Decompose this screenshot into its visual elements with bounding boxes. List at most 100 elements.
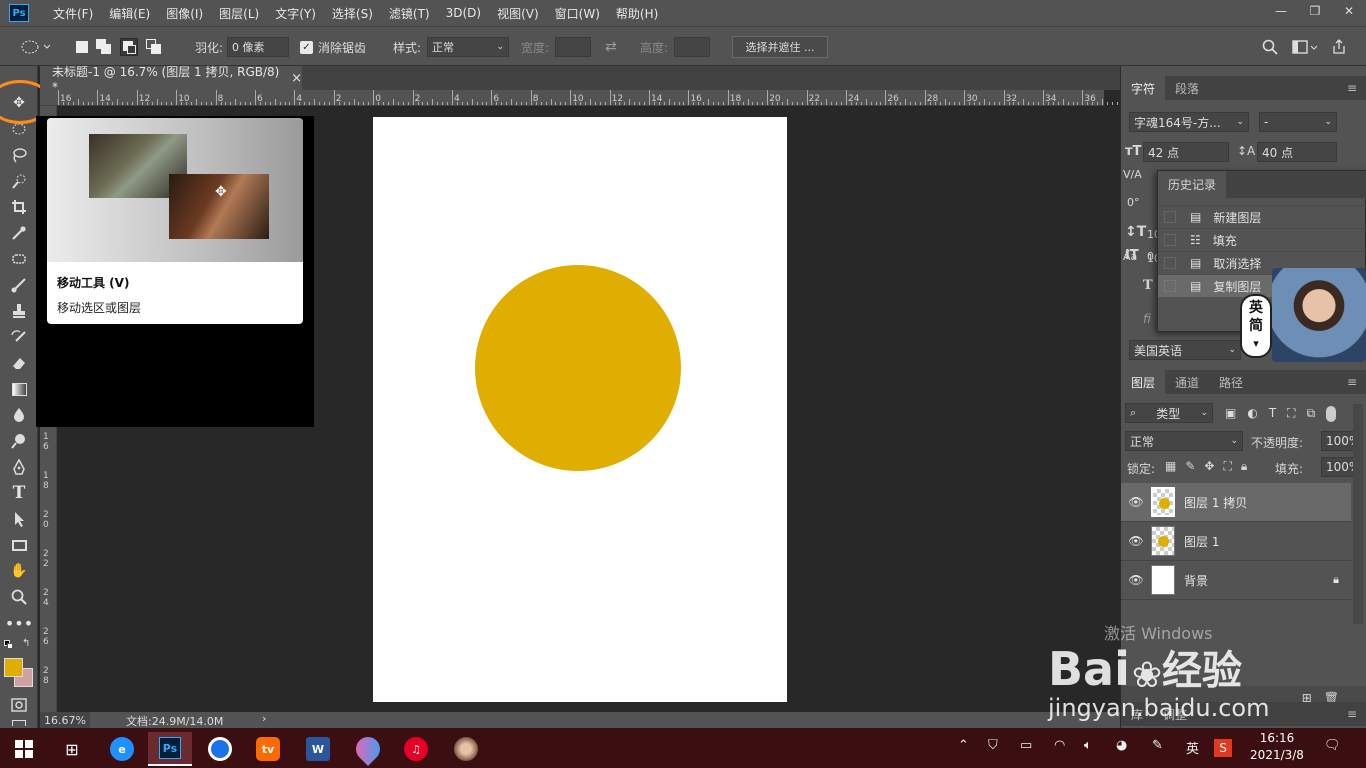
lasso-tool-icon[interactable] xyxy=(6,144,32,166)
history-checkbox[interactable] xyxy=(1164,234,1176,246)
menu-image[interactable]: 图像(I) xyxy=(158,5,211,22)
restore-button[interactable]: ❐ xyxy=(1298,0,1332,22)
start-button[interactable] xyxy=(2,732,46,766)
zoom-tool-icon[interactable] xyxy=(6,586,32,608)
type-tool-icon[interactable]: T xyxy=(6,482,32,504)
font-family-select[interactable]: 字魂164号-方... ⌄ xyxy=(1129,112,1249,132)
layer-row-copy[interactable]: 👁︎ 图层 1 拷贝 xyxy=(1121,483,1351,522)
blend-mode-select[interactable]: 正常 ⌄ xyxy=(1125,431,1243,451)
foreground-color-swatch[interactable] xyxy=(4,658,23,677)
height-input[interactable] xyxy=(674,37,711,57)
menu-edit[interactable]: 编辑(E) xyxy=(101,5,158,22)
menu-layer[interactable]: 图层(L) xyxy=(211,5,267,22)
tray-volume-icon[interactable]: 🔈︎ xyxy=(1084,738,1092,753)
taskbar-photo-app[interactable] xyxy=(444,732,488,766)
taskbar-media[interactable]: tv xyxy=(246,732,290,766)
intersect-selection-icon[interactable] xyxy=(146,39,162,55)
lock-transparent-icon[interactable]: ▦ xyxy=(1165,459,1176,474)
lock-artboard-icon[interactable]: ⛶ xyxy=(1223,459,1231,474)
ime-badge[interactable]: 英 简 ▾ xyxy=(1240,294,1272,358)
menu-3d[interactable]: 3D(D) xyxy=(438,6,489,20)
filter-pixel-icon[interactable]: ▣ xyxy=(1225,406,1236,422)
minimize-button[interactable]: — xyxy=(1264,0,1298,22)
eye-icon[interactable]: 👁︎ xyxy=(1121,534,1151,548)
close-button[interactable]: ✕ xyxy=(1332,0,1366,22)
taskbar-photoshop[interactable]: Ps xyxy=(148,732,192,766)
layer-row-1[interactable]: 👁︎ 图层 1 xyxy=(1121,522,1351,561)
layers-scrollbar[interactable] xyxy=(1353,404,1363,624)
workspace-icon[interactable] xyxy=(1292,39,1318,55)
layer-filter-select[interactable]: ⌕ 类型 ⌄ xyxy=(1125,403,1213,423)
menu-filter[interactable]: 滤镜(T) xyxy=(381,5,438,22)
menu-type[interactable]: 文字(Y) xyxy=(267,5,324,22)
menu-file[interactable]: 文件(F) xyxy=(45,5,101,22)
close-tab-icon[interactable]: × xyxy=(291,71,302,86)
taskbar-browser[interactable] xyxy=(198,732,242,766)
menu-select[interactable]: 选择(S) xyxy=(324,5,381,22)
tab-channels[interactable]: 通道 xyxy=(1165,370,1209,394)
crop-tool-icon[interactable] xyxy=(6,196,32,218)
font-style-select[interactable]: - ⌄ xyxy=(1259,112,1337,132)
eyedropper-tool-icon[interactable] xyxy=(6,222,32,244)
tray-sogou-icon[interactable]: S xyxy=(1214,739,1232,757)
path-selection-tool-icon[interactable] xyxy=(6,508,32,530)
taskbar-drop-app[interactable] xyxy=(346,732,390,766)
dodge-tool-icon[interactable] xyxy=(6,430,32,452)
eraser-tool-icon[interactable] xyxy=(6,352,32,374)
hand-tool-icon[interactable]: ✋ xyxy=(6,560,32,582)
status-menu-arrow[interactable]: › xyxy=(262,712,266,725)
yellow-circle-layer[interactable] xyxy=(475,265,681,471)
rectangle-tool-icon[interactable] xyxy=(6,534,32,556)
eye-icon[interactable]: 👁︎ xyxy=(1121,495,1151,509)
history-checkbox[interactable] xyxy=(1164,280,1176,292)
marquee-preset-picker[interactable] xyxy=(20,27,50,67)
swap-icon[interactable]: ⇄ xyxy=(605,39,617,55)
history-brush-tool-icon[interactable] xyxy=(6,326,32,348)
layers-menu-icon[interactable]: ≡ xyxy=(1337,370,1366,394)
history-item[interactable]: ▤ 新建图层 xyxy=(1158,205,1366,228)
subtract-selection-icon[interactable] xyxy=(120,38,138,56)
tray-pen-icon[interactable]: ✎ xyxy=(1152,738,1163,753)
quick-select-tool-icon[interactable] xyxy=(6,170,32,192)
taskbar-ie[interactable]: e xyxy=(100,732,144,766)
antialias-checkbox[interactable]: ✓ xyxy=(300,40,313,54)
taskbar-music[interactable]: ♫ xyxy=(394,732,438,766)
width-input[interactable] xyxy=(555,37,592,57)
more-tools-icon[interactable]: ••• xyxy=(5,612,33,634)
menu-view[interactable]: 视图(V) xyxy=(489,5,547,22)
menu-window[interactable]: 窗口(W) xyxy=(547,5,608,22)
quick-mask-icon[interactable] xyxy=(6,694,32,716)
library-menu-icon[interactable]: ≡ xyxy=(1337,702,1366,726)
new-selection-icon[interactable] xyxy=(76,41,88,53)
tab-paragraph[interactable]: 段落 xyxy=(1165,76,1209,100)
ligature-icon[interactable]: fi xyxy=(1143,312,1151,326)
gradient-tool-icon[interactable] xyxy=(6,378,32,400)
feather-input[interactable]: 0 像素 xyxy=(227,37,290,57)
lock-position-icon[interactable]: ✥ xyxy=(1204,459,1214,474)
search-icon[interactable] xyxy=(1262,39,1278,55)
notification-icon[interactable]: 🗨︎ xyxy=(1324,738,1341,753)
faux-bold-icon[interactable]: T xyxy=(1143,278,1153,293)
document-tab[interactable]: 未标题-1 @ 16.7% (图层 1 拷贝, RGB/8) * × xyxy=(40,65,302,94)
lock-pixels-icon[interactable]: ✎ xyxy=(1185,459,1195,474)
filter-adjustment-icon[interactable]: ◐ xyxy=(1247,406,1257,422)
taskbar-word[interactable]: W xyxy=(296,732,340,766)
filter-smart-icon[interactable]: ⧉ xyxy=(1307,406,1316,422)
clone-stamp-tool-icon[interactable] xyxy=(6,300,32,322)
font-size-input[interactable]: 42 点 xyxy=(1143,142,1229,162)
tray-network-icon[interactable]: ◠ xyxy=(1054,738,1065,753)
tab-layers[interactable]: 图层 xyxy=(1121,370,1166,394)
default-colors-icon[interactable] xyxy=(4,640,14,650)
zoom-level[interactable]: 16.67% xyxy=(40,712,90,728)
clock[interactable]: 16:16 2021/3/8 xyxy=(1248,730,1306,764)
menu-help[interactable]: 帮助(H) xyxy=(608,5,666,22)
select-and-mask-button[interactable]: 选择并遮住 ... xyxy=(732,36,828,58)
brush-tool-icon[interactable] xyxy=(6,274,32,296)
style-select[interactable]: 正常 ⌄ xyxy=(427,37,510,57)
layer-row-background[interactable]: 👁︎ 背景 🔒︎ xyxy=(1121,561,1351,600)
leading-input[interactable]: 40 点 xyxy=(1257,142,1337,162)
screen-mode-icon[interactable] xyxy=(6,718,32,728)
lock-all-icon[interactable]: 🔒︎ xyxy=(1241,459,1247,474)
history-item[interactable]: ☷ 填充 xyxy=(1158,228,1366,251)
blur-tool-icon[interactable] xyxy=(6,404,32,426)
